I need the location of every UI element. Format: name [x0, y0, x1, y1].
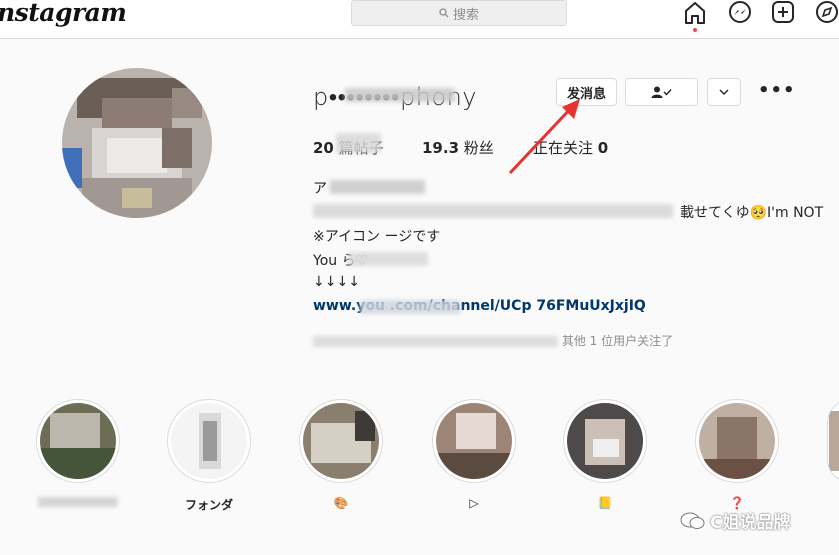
search-icon [439, 8, 449, 18]
highlight-1-label [33, 496, 123, 510]
following-button[interactable] [625, 78, 698, 106]
link-blur [360, 300, 460, 314]
highlight-2[interactable] [167, 399, 251, 483]
highlight-5-cover [567, 403, 643, 479]
followed-by-label: 其他 1 位用户关注了 [561, 334, 674, 348]
highlight-1-cover [40, 403, 116, 479]
followers-label: 粉丝 [463, 139, 494, 157]
followed-by-text[interactable]: 其他 1 位用户关注了 [313, 332, 673, 349]
highlight-3-label: 🎨 [333, 496, 349, 510]
highlight-5[interactable] [563, 399, 647, 483]
chevron-down-icon [719, 89, 729, 95]
highlight-4[interactable] [432, 399, 516, 483]
posts-value: 20 [313, 139, 334, 157]
highlight-6[interactable] [695, 399, 779, 483]
new-post-icon[interactable] [770, 0, 796, 26]
highlight-3[interactable] [299, 399, 383, 483]
highlight-5-label: 📒 [597, 496, 613, 510]
highlight-2-cover [171, 403, 247, 479]
highlight-3-cover [303, 403, 379, 479]
wechat-icon [680, 512, 705, 529]
bio-line-3: ※アイコン ージです [313, 229, 441, 245]
messenger-icon[interactable] [727, 0, 753, 26]
following-value: 0 [597, 139, 609, 157]
highlight-7-cover [829, 411, 839, 471]
followers-count[interactable]: 19.3 粉丝 [422, 137, 494, 158]
active-indicator-dot [693, 28, 697, 32]
username-blur [345, 88, 455, 102]
bio-blur-4 [348, 252, 428, 266]
person-check-icon [651, 86, 672, 98]
explore-icon[interactable] [814, 0, 839, 26]
home-icon[interactable] [682, 0, 708, 26]
annotation-arrow [508, 99, 580, 175]
top-nav-bar: nstagram 搜索 [0, 0, 839, 39]
bio-line-5: ↓↓↓↓ [313, 274, 360, 290]
avatar-mosaic [62, 68, 212, 218]
profile-avatar[interactable] [62, 68, 212, 218]
highlight-4-label: ▷ [469, 496, 479, 510]
followers-value: 19.3 [422, 139, 460, 157]
watermark-text: C姐说品牌 [710, 513, 791, 533]
instagram-logo[interactable]: nstagram [0, 0, 127, 27]
bio-line-2: 載せてくゆ🥺I'm NOT [680, 205, 824, 221]
followed-by-blur [313, 336, 558, 347]
suggested-dropdown-button[interactable] [707, 78, 741, 106]
bio-blur-1 [330, 180, 425, 194]
highlight-7-partial[interactable] [827, 399, 839, 483]
more-options-icon[interactable]: ••• [758, 82, 796, 100]
highlight-6-cover [699, 403, 775, 479]
bio-line-1: ア [313, 181, 327, 197]
highlight-2-label: フォンダ [184, 498, 233, 512]
highlight-4-cover [436, 403, 512, 479]
search-placeholder: 搜索 [452, 7, 479, 23]
watermark: C姐说品牌 [680, 508, 790, 533]
bio-blur-2 [313, 204, 673, 218]
highlight-1-blur [38, 497, 118, 507]
search-box[interactable]: 搜索 [351, 0, 567, 26]
posts-blur [336, 133, 381, 153]
highlight-1[interactable] [36, 399, 120, 483]
